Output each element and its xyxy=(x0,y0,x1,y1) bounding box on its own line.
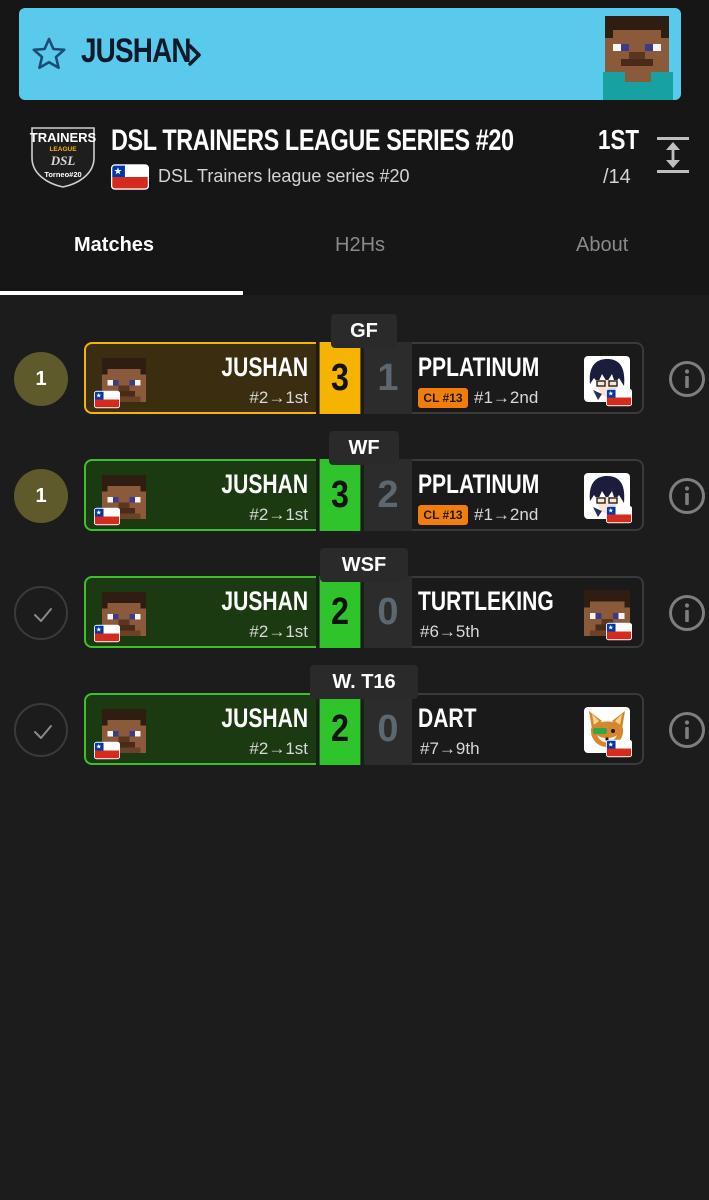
opponent-seed: #6→5th xyxy=(420,622,480,641)
match-card[interactable]: JUSHAN #2→1st 2 0 DART #7→9th xyxy=(84,693,644,765)
opponent-score: 0 xyxy=(364,576,412,648)
logo-line3: DSL xyxy=(50,153,76,168)
player-score: 2 xyxy=(319,693,361,765)
round-label: GF xyxy=(331,314,397,348)
opponent-name[interactable]: TURTLEKING xyxy=(418,586,554,617)
opponent-side[interactable]: PPLATINUM CL #13 #1→2nd xyxy=(412,342,644,414)
player-score: 2 xyxy=(319,576,361,648)
chevron-right-icon[interactable] xyxy=(184,42,206,68)
tournament-subtitle: DSL Trainers league series #20 xyxy=(158,166,410,186)
player-side: JUSHAN #2→1st xyxy=(84,576,316,648)
opponent-name[interactable]: PPLATINUM xyxy=(418,469,539,500)
tab-matches[interactable]: Matches xyxy=(74,234,154,257)
character-portrait-icon xyxy=(603,16,673,100)
tournament-title[interactable]: DSL TRAINERS LEAGUE SERIES #20 xyxy=(111,124,514,158)
checkmark-icon xyxy=(34,608,52,622)
player-side: JUSHAN #2→1st xyxy=(84,693,316,765)
info-icon[interactable] xyxy=(668,711,706,749)
opponent-score: 2 xyxy=(364,459,412,531)
player-side: JUSHAN #2→1st xyxy=(84,459,316,531)
opponent-side[interactable]: DART #7→9th xyxy=(412,693,644,765)
player-name: JUSHAN xyxy=(221,586,308,616)
chile-flag-icon xyxy=(94,390,120,409)
tournament-logo: TRAINERS LEAGUE DSL Torneo#20 xyxy=(30,127,97,188)
placement-total: /14 xyxy=(603,166,631,188)
player-seed: #2→1st xyxy=(249,388,308,407)
chile-flag-icon xyxy=(111,164,149,190)
opponent-score: 1 xyxy=(364,342,412,414)
opponent-side[interactable]: TURTLEKING #6→5th xyxy=(412,576,644,648)
info-icon[interactable] xyxy=(668,477,706,515)
chile-flag-icon xyxy=(606,622,632,641)
info-icon[interactable] xyxy=(668,594,706,632)
match-status-badge: 1 xyxy=(14,352,68,406)
placement: 1ST xyxy=(598,124,640,155)
tournament-header: TRAINERS LEAGUE DSL Torneo#20 DSL TRAINE… xyxy=(0,110,709,295)
player-side: JUSHAN #2→1st xyxy=(84,342,316,414)
chile-flag-icon xyxy=(94,624,120,643)
round-label: WF xyxy=(329,431,399,465)
player-name[interactable]: JUSHAN xyxy=(81,32,192,71)
round-label: W. T16 xyxy=(310,665,418,699)
active-tab-indicator xyxy=(0,291,243,295)
match-status-badge xyxy=(14,586,68,640)
chile-flag-icon xyxy=(94,507,120,526)
logo-line4: Torneo#20 xyxy=(44,170,81,179)
info-icon[interactable] xyxy=(668,360,706,398)
match-card[interactable]: JUSHAN #2→1st 2 0 TURTLEKING #6→5th xyxy=(84,576,644,648)
opponent-side[interactable]: PPLATINUM CL #13 #1→2nd xyxy=(412,459,644,531)
chile-flag-icon xyxy=(606,739,632,758)
tab-about[interactable]: About xyxy=(576,234,628,257)
player-score: 3 xyxy=(319,342,361,414)
player-seed: #2→1st xyxy=(249,622,308,641)
round-label: WSF xyxy=(320,548,408,582)
tab-h2hs[interactable]: H2Hs xyxy=(335,234,385,257)
opponent-seed: #7→9th xyxy=(420,739,480,758)
opponent-seed: #1→2nd xyxy=(474,505,539,524)
player-banner[interactable]: JUSHAN xyxy=(19,8,681,100)
chile-flag-icon xyxy=(606,388,632,407)
opponent-name[interactable]: DART xyxy=(418,703,477,734)
opponent-score: 0 xyxy=(364,693,412,765)
player-seed: #2→1st xyxy=(249,505,308,524)
player-seed: #2→1st xyxy=(249,739,308,758)
chile-flag-icon xyxy=(94,741,120,760)
opponent-name[interactable]: PPLATINUM xyxy=(418,352,539,383)
chile-flag-icon xyxy=(606,505,632,524)
checkmark-icon xyxy=(34,725,52,739)
match-status-badge: 1 xyxy=(14,469,68,523)
player-name: JUSHAN xyxy=(221,469,308,499)
logo-line1: TRAINERS xyxy=(30,130,97,145)
match-card[interactable]: JUSHAN #2→1st 3 1 PPLATINUM CL #13 #1→2n… xyxy=(84,342,644,414)
match-status-badge xyxy=(14,703,68,757)
cl-badge: CL #13 xyxy=(418,388,468,408)
player-name: JUSHAN xyxy=(221,703,308,733)
player-score: 3 xyxy=(319,459,361,531)
expand-vertical-icon[interactable] xyxy=(654,134,692,176)
match-card[interactable]: JUSHAN #2→1st 3 2 PPLATINUM CL #13 #1→2n… xyxy=(84,459,644,531)
opponent-seed: #1→2nd xyxy=(474,388,539,407)
star-icon[interactable] xyxy=(31,36,67,72)
player-name: JUSHAN xyxy=(221,352,308,382)
cl-badge: CL #13 xyxy=(418,505,468,525)
logo-line2: LEAGUE xyxy=(49,146,77,153)
